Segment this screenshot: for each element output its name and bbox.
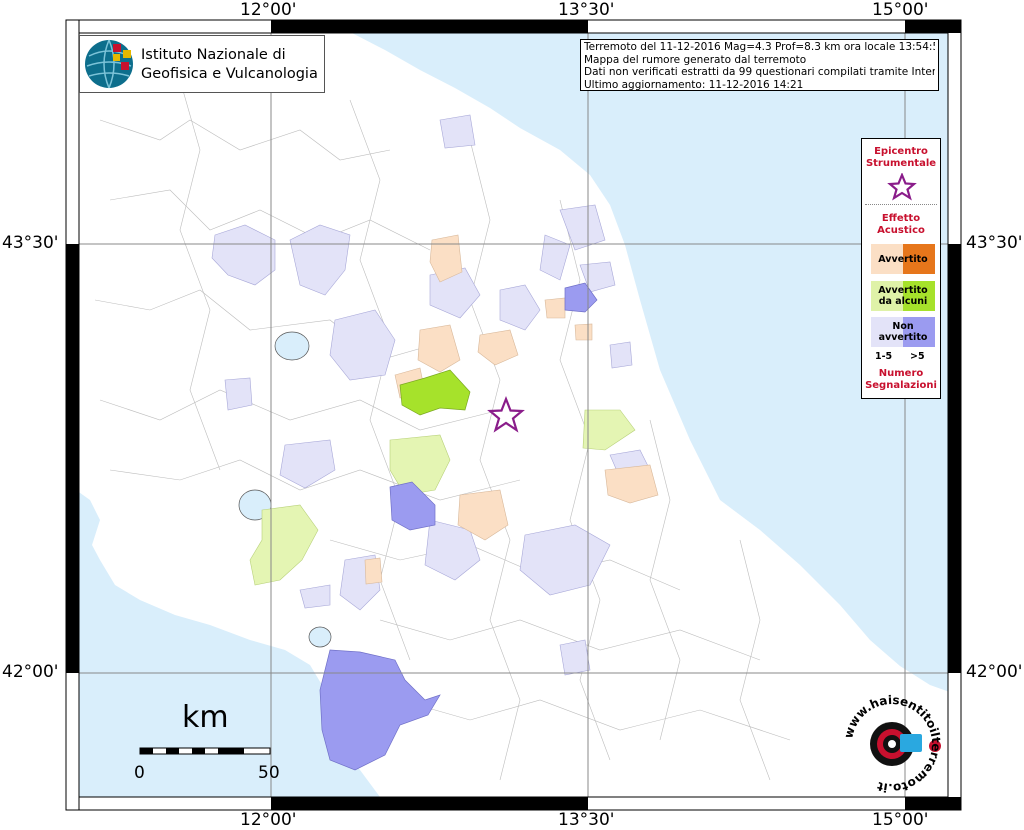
info-line-3: Dati non verificati estratti da 99 quest… (584, 66, 935, 78)
lat-label-left-1: 43°30' (2, 233, 59, 253)
legend: Epicentro Strumentale Effetto Acustico A… (861, 138, 941, 399)
earthquake-info-box: Terremoto del 11-12-2016 Mag=4.3 Prof=8.… (580, 39, 939, 91)
lat-label-right-2: 42°00' (966, 662, 1023, 682)
legend-scale-low: 1-5 (875, 351, 893, 362)
lake-bracciano (308, 626, 332, 648)
info-line-4: Ultimo aggiornamento: 11-12-2016 14:21 (584, 78, 804, 91)
scale-unit-label: km (182, 700, 229, 735)
ingv-globe-icon (85, 39, 133, 89)
scale-bar (139, 747, 271, 755)
legend-numero-title: Numero Segnalazioni (865, 368, 937, 391)
info-line-2: Mappa del rumore generato dal terremoto (584, 53, 807, 66)
legend-scale-high: >5 (910, 351, 925, 362)
legend-star-icon (887, 173, 917, 201)
legend-epicentro-title: Epicentro Strumentale (865, 146, 937, 169)
haisentito-logo-icon: www.haisentitoilterremoto.it (841, 693, 943, 795)
ingv-name-line1: Istituto Nazionale di (141, 47, 286, 63)
legend-effetto-title: Effetto Acustico (877, 213, 925, 236)
lon-label-bottom-1: 12°00' (240, 810, 297, 830)
lon-label-bottom-2: 13°30' (558, 810, 615, 830)
lon-label-top-3: 15°00' (872, 0, 929, 20)
legend-non-avvertito-label: Non avvertito (878, 321, 928, 343)
haisentito-logo: www.haisentitoilterremoto.it (838, 690, 946, 798)
ingv-logo-box: Istituto Nazionale di Geofisica e Vulcan… (79, 35, 325, 93)
lon-label-top-1: 12°00' (240, 0, 297, 20)
lake-trasimeno (274, 331, 310, 361)
ingv-name-line2: Geofisica e Vulcanologia (141, 66, 318, 82)
scale-start-label: 0 (134, 763, 145, 783)
legend-divider (865, 204, 937, 205)
lat-label-left-2: 42°00' (2, 662, 59, 682)
lon-label-top-2: 13°30' (558, 0, 615, 20)
legend-avvertito-label: Avvertito (878, 254, 928, 265)
info-line-1: Terremoto del 11-12-2016 Mag=4.3 Prof=8.… (584, 41, 935, 53)
lon-label-bottom-3: 15°00' (872, 810, 929, 830)
scale-end-label: 50 (258, 763, 280, 783)
lat-label-right-1: 43°30' (966, 233, 1023, 253)
legend-avvertito-alcuni-label: Avvertito da alcuni (878, 285, 928, 307)
